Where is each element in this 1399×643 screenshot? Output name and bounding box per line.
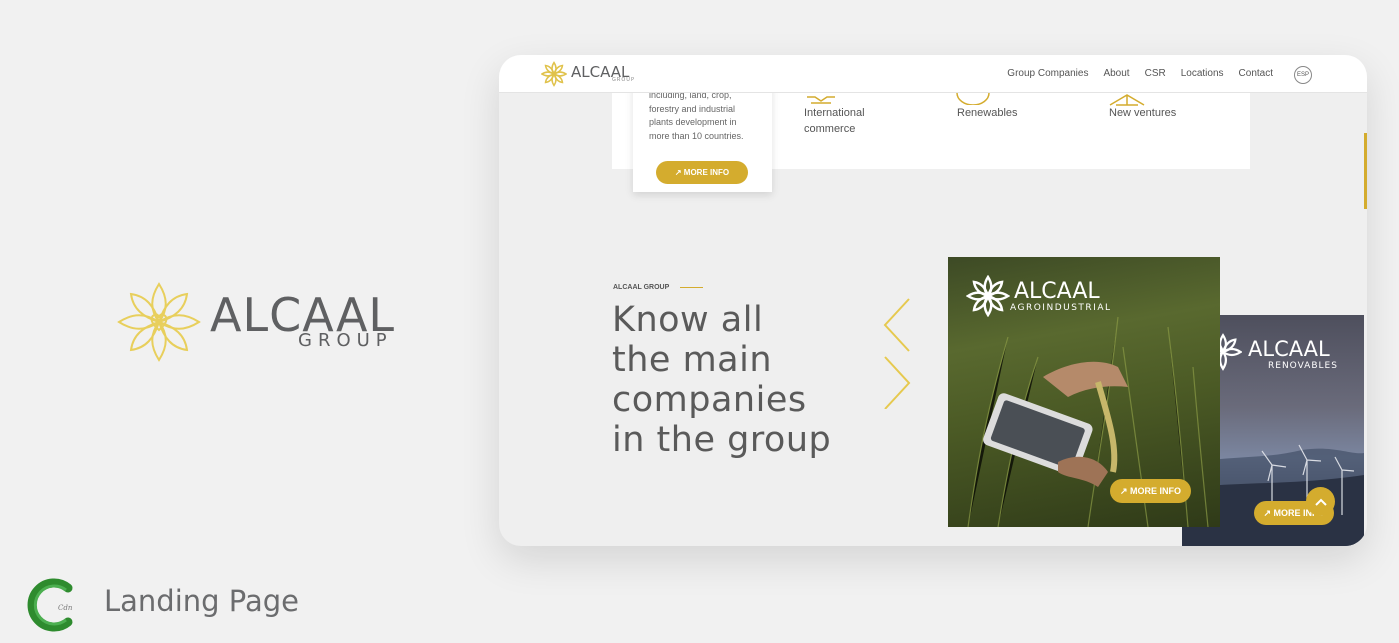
nav-brand-subtitle: GROUP <box>612 77 635 83</box>
flower-logo-icon <box>966 275 1010 317</box>
website-preview: ALCAAL GROUP Group Companies About CSR L… <box>499 55 1367 546</box>
card-text: including, land, crop, forestry and indu… <box>649 90 744 141</box>
more-info-button[interactable]: ↗ MORE INFO <box>1110 479 1191 503</box>
svg-text:Cdn: Cdn <box>58 604 73 612</box>
company-name: ALCAAL <box>1014 279 1100 304</box>
carousel-arrows <box>883 298 911 409</box>
chevron-up-icon <box>1314 498 1327 506</box>
nav-item-contact[interactable]: Contact <box>1239 68 1273 79</box>
chevron-right-icon[interactable] <box>884 356 911 409</box>
flower-logo-icon <box>117 282 201 362</box>
headline-line: Know all <box>612 300 764 340</box>
section-headline: Know all the main companies in the group <box>612 300 872 460</box>
eyebrow-divider <box>680 287 703 288</box>
company-name: ALCAAL <box>1248 337 1330 361</box>
info-card: including, land, crop, forestry and indu… <box>633 83 772 192</box>
site-header: ALCAAL GROUP Group Companies About CSR L… <box>499 55 1367 93</box>
scrollbar-thumb[interactable] <box>1364 133 1367 209</box>
feature-label: commerce <box>804 123 856 135</box>
main-menu: Group Companies About CSR Locations Cont… <box>1007 68 1273 79</box>
energy-icon <box>956 93 990 105</box>
nav-item-csr[interactable]: CSR <box>1145 68 1166 79</box>
scroll-to-top-button[interactable] <box>1306 487 1335 516</box>
feature-label: International <box>804 107 865 119</box>
headline-line: companies <box>612 380 807 420</box>
nav-item-group-companies[interactable]: Group Companies <box>1007 68 1088 79</box>
brand-subtitle: GROUP <box>298 330 393 351</box>
chevron-left-icon[interactable] <box>883 298 910 352</box>
headline-line: in the group <box>612 420 832 460</box>
brand-logo-large: ALCAAL GROUP <box>116 280 394 365</box>
feature-renewables[interactable]: Renewables <box>957 105 1018 121</box>
feature-new-ventures[interactable]: New ventures <box>1109 105 1176 121</box>
nav-item-locations[interactable]: Locations <box>1181 68 1224 79</box>
company-division: AGROINDUSTRIAL <box>1010 303 1112 313</box>
page-type-label: Landing Page <box>104 584 299 618</box>
language-switch[interactable]: ESP <box>1294 66 1312 84</box>
feature-label: Renewables <box>957 107 1018 119</box>
creator-badge-icon: Cdn <box>22 576 84 634</box>
more-info-button[interactable]: ↗ MORE INFO <box>656 161 748 184</box>
headline-line: the main <box>612 340 773 380</box>
feature-international[interactable]: International commerce <box>804 105 865 137</box>
nav-item-about[interactable]: About <box>1103 68 1129 79</box>
feature-label: New ventures <box>1109 107 1177 119</box>
company-card-agroindustrial[interactable]: ALCAAL AGROINDUSTRIAL ↗ MORE INFO <box>948 257 1220 527</box>
flower-logo-icon[interactable] <box>541 61 567 87</box>
section-eyebrow: ALCAAL GROUP <box>613 284 670 291</box>
company-division: RENOVABLES <box>1268 361 1338 371</box>
